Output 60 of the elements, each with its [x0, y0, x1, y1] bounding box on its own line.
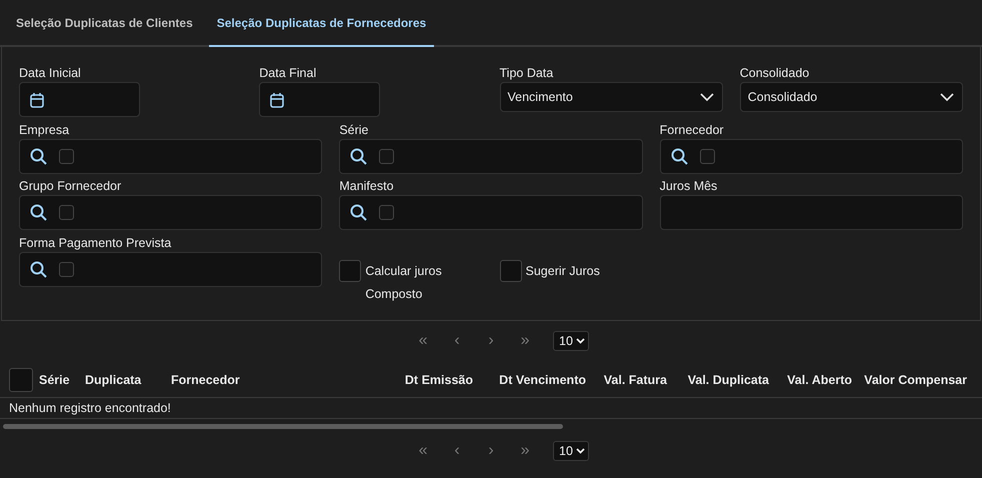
search-icon[interactable] [30, 260, 47, 278]
chevron-down-icon [576, 338, 585, 344]
field-label: Fornecedor [660, 122, 725, 136]
chevron-down-icon [700, 92, 714, 102]
lookup-field[interactable] [19, 195, 322, 230]
select-all-checkbox[interactable] [9, 368, 33, 392]
checkbox[interactable] [379, 148, 394, 164]
field-label: Empresa [19, 122, 70, 136]
lookup-field[interactable] [339, 195, 643, 230]
dropdown[interactable]: Consolidado [740, 82, 963, 112]
field-label: Data Inicial [19, 66, 82, 80]
search-icon[interactable] [350, 148, 368, 164]
column-header[interactable]: Duplicata [85, 373, 171, 387]
checkbox[interactable] [59, 262, 74, 276]
calendar-icon [30, 92, 44, 108]
field-label: Forma Pagamento Prevista [19, 236, 172, 250]
column-header[interactable]: Val. Fatura [586, 373, 667, 387]
lookup-field[interactable] [19, 138, 322, 174]
field-label: Tipo Data [500, 66, 554, 80]
checkbox[interactable] [339, 260, 362, 282]
tab[interactable]: Seleção Duplicatas de Fornecedores [208, 0, 434, 47]
scrollbar[interactable] [3, 424, 563, 429]
search-icon[interactable] [670, 148, 688, 164]
lookup-field[interactable] [19, 252, 322, 286]
page-size-select[interactable]: 10 [553, 441, 589, 461]
checkbox[interactable] [59, 205, 74, 220]
checkbox[interactable] [59, 148, 74, 164]
input-field[interactable] [660, 195, 963, 230]
page-size-select[interactable]: 10 [553, 331, 589, 351]
empty-message: Nenhum registro encontrado! [0, 398, 982, 419]
field-label: Série [339, 122, 370, 136]
checkbox-label: Sugerir Juros [526, 262, 600, 280]
column-header[interactable]: Valor Compensar [852, 373, 967, 387]
column-header[interactable]: Série [39, 373, 85, 387]
chevron-down-icon [576, 448, 585, 454]
calendar-icon [270, 92, 284, 108]
column-header[interactable]: Dt Emissão [387, 373, 473, 387]
search-icon[interactable] [30, 204, 47, 221]
checkbox[interactable] [379, 205, 394, 220]
lookup-field[interactable] [660, 138, 963, 174]
checkbox[interactable] [700, 148, 715, 164]
field-label: Grupo Fornecedor [19, 179, 122, 193]
field-label: Data Final [259, 66, 318, 80]
column-header[interactable]: Fornecedor [171, 373, 387, 387]
date-field[interactable] [259, 82, 380, 117]
column-header[interactable]: Val. Aberto [769, 373, 852, 387]
search-icon[interactable] [30, 148, 47, 164]
checkbox[interactable] [500, 260, 522, 282]
tab[interactable]: Seleção Duplicatas de Clientes [8, 0, 201, 47]
column-header[interactable]: Dt Vencimento [473, 373, 586, 387]
search-icon[interactable] [350, 204, 368, 221]
column-header[interactable]: Val. Duplicata [667, 373, 769, 387]
field-label: Consolidado [740, 66, 810, 80]
date-field[interactable] [19, 82, 140, 117]
dropdown[interactable]: Vencimento [500, 82, 723, 112]
field-label: Juros Mês [660, 179, 718, 193]
lookup-field[interactable] [339, 138, 643, 174]
chevron-down-icon [940, 92, 954, 102]
checkbox-label: Calcular juros Composto [365, 262, 443, 303]
field-label: Manifesto [339, 179, 395, 193]
